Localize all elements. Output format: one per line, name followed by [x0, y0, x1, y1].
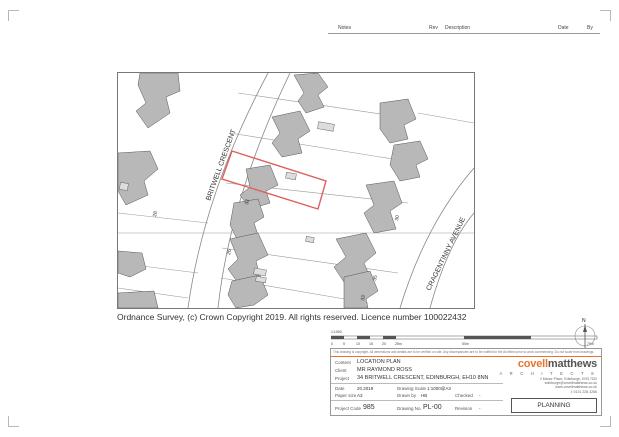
- avenue-edge-east: [429, 212, 474, 308]
- scale-tick-25m: 25m: [395, 342, 402, 346]
- north-arrow-icon: [574, 324, 596, 348]
- logo-name-part1: covell: [517, 358, 548, 370]
- street-label-cragentinny: CRAGENTINNY AVENUE: [426, 216, 468, 292]
- divider: [331, 400, 503, 401]
- client-label: Client: [335, 368, 347, 373]
- paper-size-value: A3: [357, 393, 363, 398]
- project-value: 34 BRITWELL CRESCENT, EDINBURGH, EH10 8N…: [357, 375, 489, 381]
- title-block: This drawing is copyright. All dimension…: [330, 348, 602, 416]
- house-number-35: 35: [372, 275, 379, 282]
- checked-value: -: [479, 393, 481, 398]
- crop-mark-top-left: [8, 10, 19, 21]
- revision-label: Revision: [455, 406, 473, 411]
- drawing-no-value: PL-00: [423, 404, 442, 411]
- rev-header-by: By: [587, 25, 593, 31]
- drawing-no-label: Drawing No.: [397, 406, 422, 411]
- drawn-by-value: HB: [421, 393, 428, 398]
- practice-address: 4 Manor Place, Edinburgh, EH3 7DD edinbu…: [500, 377, 597, 394]
- crop-mark-top-right: [600, 10, 611, 21]
- status-box: PLANNING: [511, 398, 597, 413]
- north-arrow: N: [572, 318, 600, 348]
- rev-header-notes: Notes: [338, 25, 352, 31]
- drawing-scale-label: Drawing Scale: [397, 386, 427, 391]
- content-label: Content: [335, 360, 351, 365]
- drawing-scale-value: 1:1000@A3: [427, 386, 451, 391]
- date-label: Date: [335, 386, 345, 391]
- address-line: t: 0131 226 3266: [570, 389, 597, 394]
- scale-tick-50m: 50m: [462, 342, 469, 346]
- accent-divider: [331, 356, 601, 357]
- avenue-edge-west: [399, 167, 474, 308]
- buildings: [118, 73, 429, 308]
- scale-bar-graphic: [331, 335, 598, 340]
- disclaimer-text: This drawing is copyright. All dimension…: [333, 350, 595, 354]
- drawn-by-label: Drawn by: [397, 393, 417, 398]
- house-number-30: 30: [394, 215, 401, 222]
- revision-value: -: [479, 406, 481, 411]
- project-code-value: 985: [363, 404, 375, 411]
- rev-header-date: Date: [558, 25, 569, 31]
- copyright-notice: Ordnance Survey, (c) Crown Copyright 201…: [117, 312, 467, 322]
- house-number-28: 28: [152, 211, 159, 218]
- crop-mark-bottom-right: [600, 416, 611, 427]
- paper-size-label: Paper size: [335, 393, 357, 398]
- revision-table: Notes Rev Description Date By: [328, 22, 600, 34]
- project-label: Project: [335, 376, 350, 381]
- practice-logo: covellmatthews A R C H I T E C T S 4 Man…: [500, 358, 598, 394]
- scale-tick-20: 20: [382, 342, 386, 346]
- scale-tick-5: 5: [343, 342, 345, 346]
- divider: [331, 383, 503, 384]
- logo-subtitle: A R C H I T E C T S: [499, 371, 597, 376]
- crop-mark-bottom-left: [8, 416, 19, 427]
- rev-header-rev: Rev: [429, 25, 438, 31]
- scale-bar: 1:1000 0 5 10 15 20 25m 50m 75m: [331, 330, 599, 348]
- scale-tick-0: 0: [331, 342, 333, 346]
- checked-label: Checked: [455, 393, 473, 398]
- content-value: LOCATION PLAN: [357, 359, 401, 365]
- map-drawing: BRITWELL CRESCENT CRAGENTINNY AVENUE 28 …: [118, 73, 474, 308]
- logo-name-part2: matthews: [547, 358, 597, 370]
- street-label-britwell: BRITWELL CRESCENT: [205, 128, 238, 202]
- date-value: 20.2019: [357, 386, 374, 391]
- rev-header-description: Description: [445, 25, 471, 31]
- client-value: MR RAYMOND ROSS: [357, 367, 412, 373]
- location-map: BRITWELL CRESCENT CRAGENTINNY AVENUE 28 …: [117, 72, 475, 309]
- project-code-label: Project Code: [335, 406, 362, 411]
- scale-tick-10: 10: [356, 342, 360, 346]
- scale-tick-15: 15: [369, 342, 373, 346]
